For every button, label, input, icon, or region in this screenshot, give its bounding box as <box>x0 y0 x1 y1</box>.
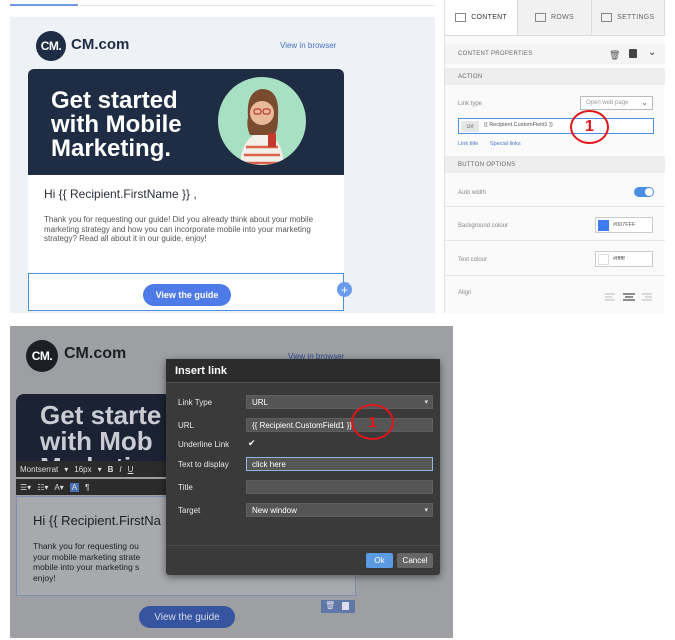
auto-width-toggle[interactable] <box>634 187 654 197</box>
text-swatch <box>598 254 609 265</box>
email-body: Hi {{ Recipient.FirstName }} , Thank you… <box>28 175 344 273</box>
tab-rows[interactable]: ROWS <box>518 0 592 35</box>
target-label: Target <box>178 506 201 515</box>
underline-checkbox[interactable]: ✔ <box>248 438 256 449</box>
editor-screenshot-bottom: CM. CM.com View in browser Get starte wi… <box>10 326 453 638</box>
insert-link-dialog: Insert link Link Type URL URL {{ Recipie… <box>166 359 440 575</box>
intro-paragraph: Thank you for requesting ou your mobile … <box>33 541 141 583</box>
greeting: Hi {{ Recipient.FirstName }} , <box>44 187 197 201</box>
size-select[interactable]: 16px <box>74 465 91 474</box>
link-type-label: Link type <box>458 101 483 107</box>
text-color-icon[interactable]: A▾ <box>54 483 63 492</box>
marker-number: 1 <box>585 118 594 135</box>
background-hex: #007FFF <box>613 222 636 228</box>
dialog-title: Insert link <box>175 365 227 377</box>
dialog-header: Insert link <box>166 359 440 383</box>
url-input[interactable]: {{ Recipient.CustomField1 }} <box>246 418 433 432</box>
marker-number: 1 <box>368 413 377 431</box>
view-in-browser-link[interactable]: View in browser <box>280 41 336 50</box>
bullet-list-icon[interactable]: ☷▾ <box>37 483 48 492</box>
auto-width-label: Auto width <box>458 190 487 196</box>
button-options-header: BUTTON OPTIONS <box>445 156 665 173</box>
add-block-icon[interactable]: + <box>337 282 352 297</box>
trash-icon[interactable]: 🗑 <box>609 50 620 61</box>
duplicate-icon[interactable] <box>342 602 349 610</box>
background-colour-label: Background colour <box>458 223 509 229</box>
active-tab-underline <box>10 4 78 6</box>
divider <box>445 240 665 241</box>
text-toolbar-row-2: ☰▾ ☷▾ A▾ A ¶ <box>16 479 172 495</box>
cancel-button[interactable]: Cancel <box>397 553 433 568</box>
action-section-header: ACTION <box>445 68 665 85</box>
brand-name: CM.com <box>64 345 127 362</box>
settings-icon <box>601 13 613 22</box>
cm-logo-icon: CM. <box>36 31 66 61</box>
text-toolbar-row-1: Montserrat ▾ 16px ▾ B I U <box>16 461 172 477</box>
link-type-select[interactable]: URL <box>246 395 433 409</box>
text-to-display-input[interactable]: click here <box>246 457 433 471</box>
divider <box>445 206 665 207</box>
font-select[interactable]: Montserrat <box>20 465 58 474</box>
properties-panel: CONTENT ROWS SETTINGS CONTENT PROPERTIES… <box>444 0 665 313</box>
hero-banner: Get started with Mobile Marketing. <box>28 69 344 175</box>
url-label: URL <box>178 421 195 430</box>
title-label: Title <box>178 483 193 492</box>
text-to-display-label: Text to display <box>178 460 229 469</box>
hero-title: Get starte with Mob Marketing. <box>40 400 170 464</box>
hero-photo <box>218 77 306 165</box>
text-colour-picker[interactable]: #ffffff <box>595 251 653 267</box>
tab-settings[interactable]: SETTINGS <box>592 0 665 35</box>
text-colour-label: Text colour <box>458 257 488 263</box>
cm-logo-icon: CM. <box>26 340 58 372</box>
link-title-link[interactable]: Link title <box>458 141 478 147</box>
ok-button[interactable]: Ok <box>366 553 393 568</box>
background-swatch <box>598 220 609 231</box>
bold-icon[interactable]: B <box>108 465 114 474</box>
chevron-down-icon[interactable]: ⌄ <box>648 47 656 58</box>
align-options <box>604 289 654 301</box>
duplicate-icon[interactable] <box>629 49 637 58</box>
align-label: Align <box>458 290 472 296</box>
panel-tabs: CONTENT ROWS SETTINGS <box>445 0 665 36</box>
highlight-icon[interactable]: A <box>69 482 80 492</box>
greeting: Hi {{ Recipient.FirstNa <box>33 513 161 528</box>
content-grid-icon <box>455 13 467 22</box>
title-input[interactable] <box>246 480 433 494</box>
intro-paragraph: Thank you for requesting our guide! Did … <box>44 215 314 244</box>
url-input[interactable]: Url {{ Recipient.CustomField1 }} <box>458 118 654 134</box>
hero-title: Get started with Mobile Marketing. <box>51 87 182 162</box>
special-links-link[interactable]: Special links <box>490 141 521 147</box>
background-colour-picker[interactable]: #007FFF <box>595 217 653 233</box>
brand-name: CM.com <box>71 36 130 53</box>
url-value: {{ Recipient.CustomField1 }} <box>484 122 553 128</box>
view-guide-button[interactable]: View the guide <box>143 284 231 306</box>
dialog-footer: Ok Cancel <box>166 545 440 575</box>
editor-screenshot-top: CM. CM.com View in browser Get started w… <box>0 0 675 318</box>
rows-icon <box>535 13 546 22</box>
underline-label: Underline Link <box>178 440 230 449</box>
block-actions: 🗑 <box>321 600 355 613</box>
view-guide-button[interactable]: View the guide <box>139 606 235 628</box>
url-tag: Url <box>461 121 479 132</box>
text-hex: #ffffff <box>613 256 625 262</box>
tab-content[interactable]: CONTENT <box>445 0 519 35</box>
divider <box>445 275 665 276</box>
numbered-list-icon[interactable]: ☰▾ <box>20 483 31 492</box>
underline-icon[interactable]: U <box>128 465 134 474</box>
link-type-select[interactable]: Open web page ⌄ <box>580 96 653 110</box>
email-canvas: CM. CM.com View in browser Get started w… <box>10 17 435 313</box>
selected-button-block[interactable]: View the guide <box>28 273 344 311</box>
italic-icon[interactable]: I <box>119 465 121 474</box>
trash-icon[interactable]: 🗑 <box>325 601 335 610</box>
target-select[interactable]: New window <box>246 503 433 517</box>
top-divider <box>80 5 435 6</box>
paragraph-icon[interactable]: ¶ <box>85 483 89 492</box>
link-type-label: Link Type <box>178 398 213 407</box>
